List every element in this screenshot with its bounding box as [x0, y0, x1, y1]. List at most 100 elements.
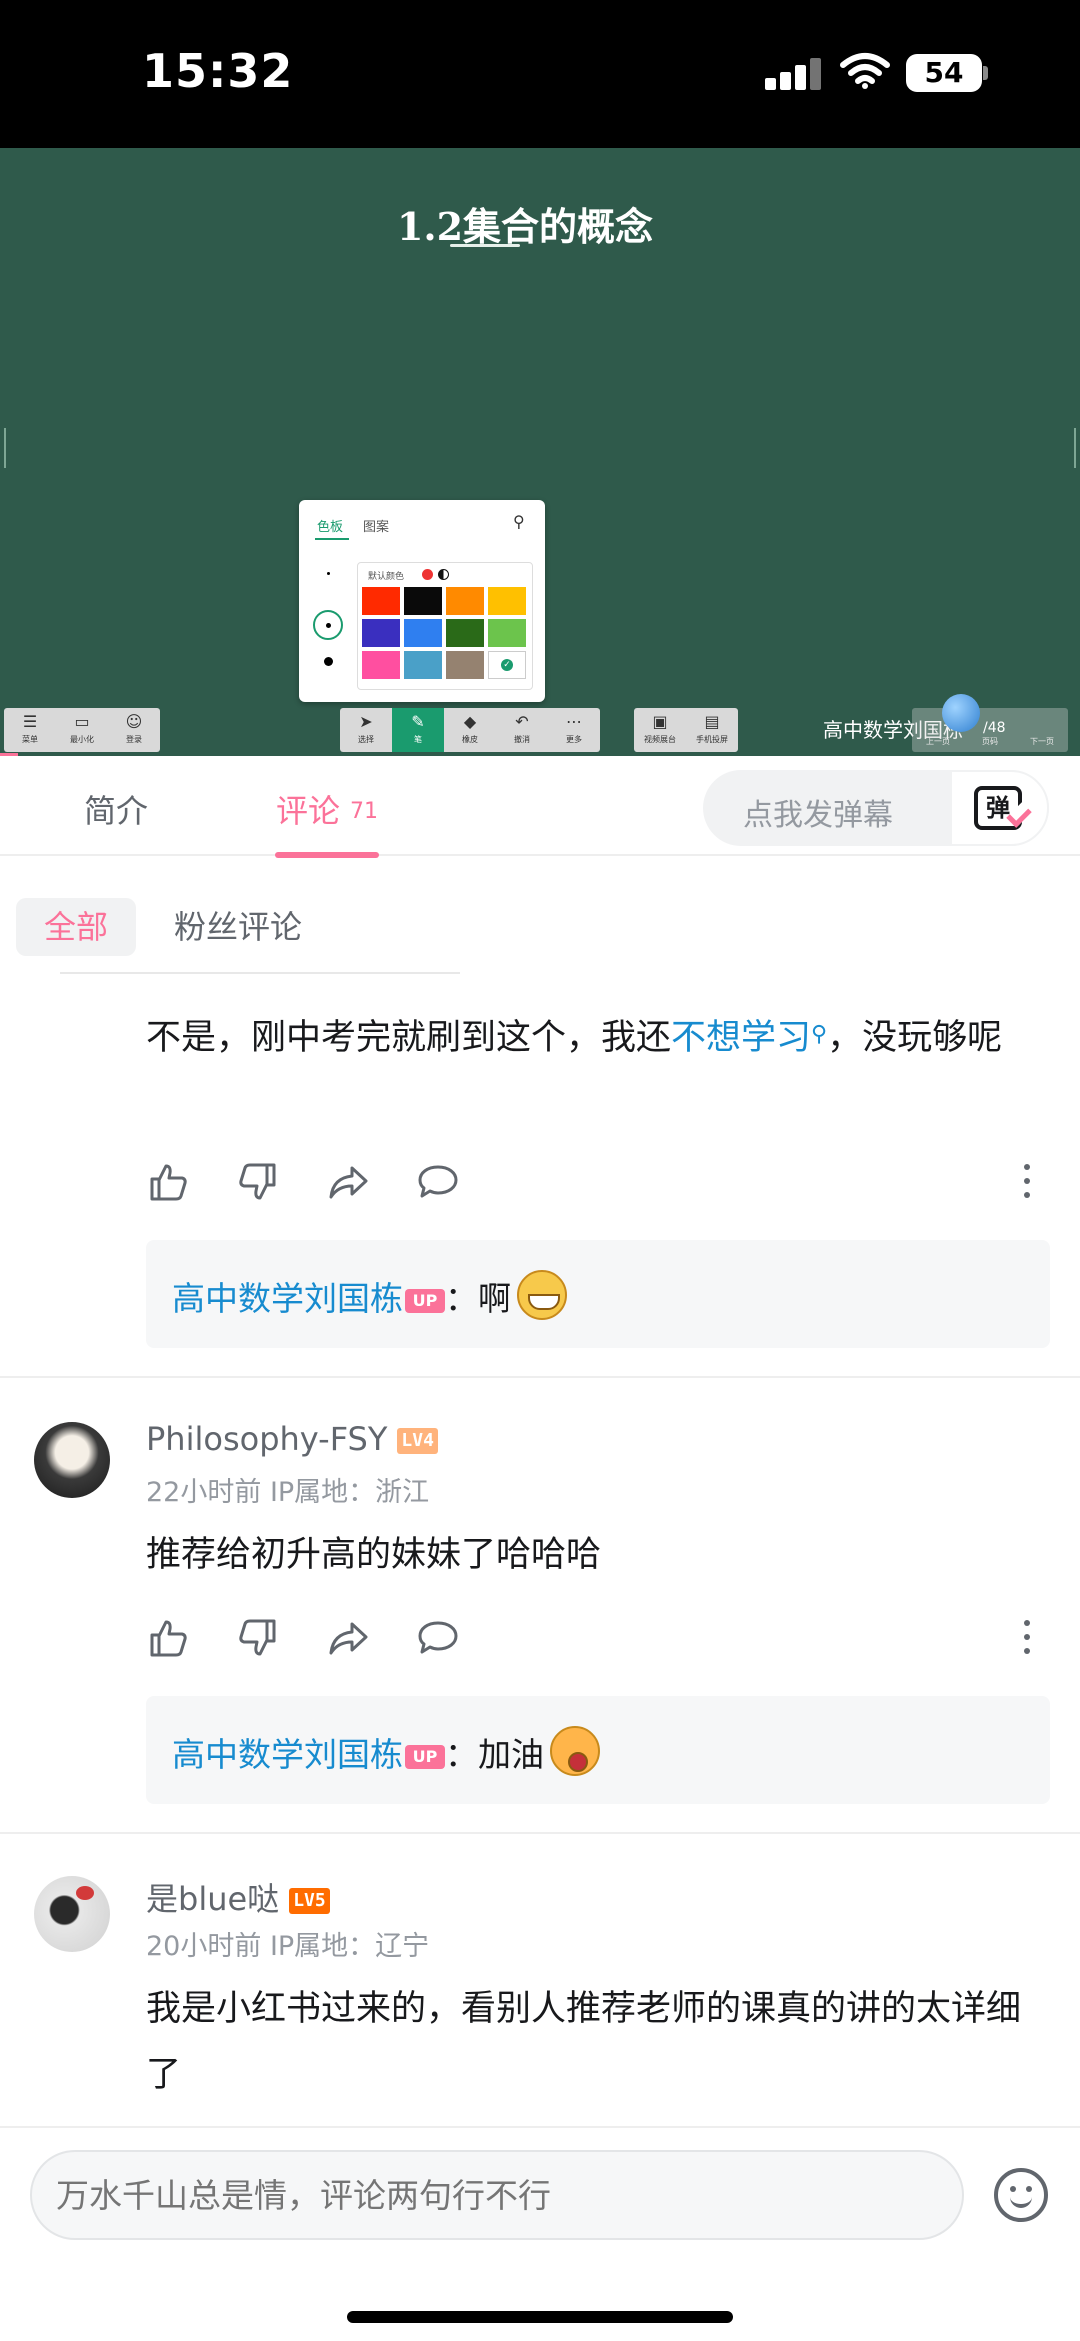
color-swatch[interactable]: [446, 651, 484, 679]
like-icon[interactable]: [146, 1616, 190, 1660]
video-tool-button[interactable]: ➤ 选择: [340, 708, 392, 752]
color-swatch[interactable]: [362, 651, 400, 679]
partial-row-edge: [60, 972, 460, 974]
battery-icon: 54: [906, 54, 982, 92]
danmaku-toggle-button[interactable]: 弹: [950, 770, 1049, 846]
tool-icon: ▭: [74, 712, 90, 731]
palette-tab-indicator: [315, 538, 349, 540]
color-swatch[interactable]: [404, 651, 442, 679]
reply-text: 啊: [478, 1279, 511, 1318]
color-swatch[interactable]: [362, 587, 400, 615]
dislike-icon[interactable]: [236, 1616, 280, 1660]
color-swatch[interactable]: [404, 619, 442, 647]
comment-divider: [0, 1376, 1080, 1378]
dislike-icon[interactable]: [236, 1160, 280, 1204]
tool-label: 撤消: [514, 735, 530, 744]
filter-all[interactable]: 全部: [16, 898, 136, 956]
status-time: 15:32: [142, 44, 294, 98]
video-tool-button[interactable]: ▣ 视频展台: [634, 708, 686, 752]
avatar[interactable]: [34, 1422, 110, 1498]
palette-tab-colors: 色板: [317, 520, 344, 535]
left-toolbar: ☰ 菜单 ▭ 最小化 ☺ 登录: [4, 708, 160, 752]
check-icon: ✓: [501, 659, 513, 671]
wifi-icon: [840, 52, 890, 94]
comment-username[interactable]: Philosophy-FSY LV4: [146, 1420, 438, 1458]
tab-active-indicator: [275, 852, 379, 858]
video-tool-button[interactable]: ↶ 撤消: [496, 708, 548, 752]
video-tool-button[interactable]: ▤ 手机投屏: [686, 708, 738, 752]
comment-input[interactable]: [30, 2150, 964, 2240]
comment-count: 71: [350, 799, 379, 824]
comment-text-part: 不是，刚中考完就刷到这个，我还: [146, 1018, 672, 1058]
filter-fans[interactable]: 粉丝评论: [174, 898, 302, 956]
video-tool-button[interactable]: ◆ 橡皮: [444, 708, 496, 752]
status-bar: 15:32 54: [0, 0, 1080, 148]
default-contrast-dot: [438, 569, 449, 580]
comment-username[interactable]: 是blue哒 LV5: [146, 1874, 330, 1920]
reply-preview[interactable]: 高中数学刘国栋 UP ：加油: [146, 1696, 1050, 1804]
palette-tab-patterns: 图案: [363, 520, 390, 535]
swatch-panel: 默认颜色 ✓: [357, 562, 533, 690]
color-swatch[interactable]: [488, 587, 526, 615]
comment-actions: [146, 1160, 1050, 1204]
reply-preview[interactable]: 高中数学刘国栋 UP ：啊: [146, 1240, 1050, 1348]
comment-actions: [146, 1616, 1050, 1660]
username-text: Philosophy-FSY: [146, 1420, 388, 1458]
color-swatch[interactable]: [488, 619, 526, 647]
color-swatch[interactable]: [362, 619, 400, 647]
emoji-icon[interactable]: [994, 2168, 1048, 2222]
color-swatch[interactable]: ✓: [488, 651, 526, 679]
more-icon[interactable]: [1024, 1164, 1030, 1198]
comment-divider: [0, 1832, 1080, 1834]
color-swatch[interactable]: [446, 587, 484, 615]
home-indicator[interactable]: [347, 2311, 733, 2323]
tool-label: 最小化: [70, 735, 94, 744]
tool-icon: ⋯: [566, 712, 582, 731]
tool-label: 登录: [126, 735, 142, 744]
video-tool-button[interactable]: ⋯ 更多: [548, 708, 600, 752]
share-icon[interactable]: [326, 1160, 370, 1204]
color-swatch[interactable]: [404, 587, 442, 615]
video-tool-button[interactable]: ☰ 菜单: [4, 708, 56, 752]
video-tool-button[interactable]: ▭ 最小化: [56, 708, 108, 752]
video-player[interactable]: 1.2集合的概念 色板 图案 ⚲ 默认颜色 ✓ ☰ 菜单 ▭ 最小化 ☺ 登录 ➤ 选择 ✎ 笔…: [0, 148, 1080, 756]
reply-text: 加油: [478, 1735, 544, 1774]
level-badge: LV4: [397, 1428, 438, 1454]
level-badge: LV5: [289, 1888, 330, 1914]
tab-bar: 简介 评论 71 点我发弹幕 弹: [0, 756, 1080, 858]
reply-author[interactable]: 高中数学刘国栋: [172, 1735, 403, 1774]
tab-comments[interactable]: 评论 71: [276, 786, 378, 832]
share-icon[interactable]: [326, 1616, 370, 1660]
pen-size-large: [324, 657, 333, 666]
tool-icon: ➤: [359, 712, 373, 731]
reply-icon[interactable]: [416, 1160, 460, 1204]
excited-emoji-icon: [550, 1726, 600, 1776]
search-link-text: 不想学习: [671, 1018, 812, 1058]
tool-icon: ◆: [463, 712, 477, 731]
reply-separator: ：: [445, 1279, 478, 1318]
tool-label: 手机投屏: [696, 735, 728, 744]
like-icon[interactable]: [146, 1160, 190, 1204]
tool-icon: ↶: [515, 712, 529, 731]
page-indicator: /48: [983, 720, 1006, 736]
video-tool-button[interactable]: ☺ 登录: [108, 708, 160, 752]
video-tool-button[interactable]: ✎ 笔: [392, 708, 444, 752]
right-toolbar: ▣ 视频展台 ▤ 手机投屏: [634, 708, 738, 752]
avatar[interactable]: [34, 1876, 110, 1952]
more-icon[interactable]: [1024, 1620, 1030, 1654]
floating-ball-icon[interactable]: [942, 694, 980, 732]
reply-author[interactable]: 高中数学刘国栋: [172, 1279, 403, 1318]
reply-icon[interactable]: [416, 1616, 460, 1660]
reply-line: 高中数学刘国栋 UP ：啊: [172, 1270, 567, 1320]
color-swatch[interactable]: [446, 619, 484, 647]
signal-icon: [765, 58, 823, 90]
default-red-dot: [422, 569, 433, 580]
tool-icon: ✎: [411, 712, 425, 731]
search-link[interactable]: 不想学习⚲: [671, 1018, 827, 1058]
username-text: 是blue哒: [146, 1880, 280, 1918]
tab-intro[interactable]: 简介: [84, 786, 148, 832]
page-nav-button[interactable]: 下一页: [1016, 708, 1068, 752]
slide-edge-mark: [1074, 428, 1076, 468]
danmaku-input[interactable]: 点我发弹幕 弹: [703, 770, 1049, 846]
danmaku-placeholder: 点我发弹幕: [743, 798, 893, 833]
